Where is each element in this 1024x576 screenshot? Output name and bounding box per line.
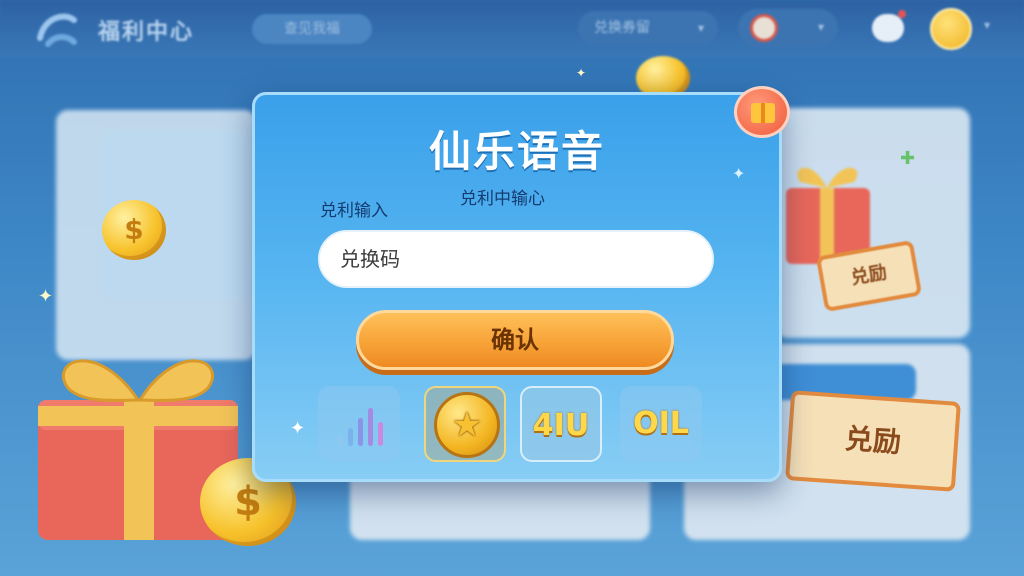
signal-bars-icon <box>338 402 386 446</box>
star-coin-tile[interactable]: ★ <box>424 386 506 462</box>
chevron-down-icon: ▾ <box>817 20 824 34</box>
gold-coin-icon: $ <box>102 200 166 260</box>
dialog-title: 仙乐语音 <box>428 127 605 176</box>
exchange-dropdown-label: 兑换券留 <box>594 20 650 36</box>
badge-tile-oil[interactable]: OIL <box>620 386 702 462</box>
confirm-button[interactable]: 确认 <box>356 310 674 370</box>
badge-text: 4IU <box>532 408 590 443</box>
reward-ticket: 兑励 <box>785 390 961 492</box>
badge-text: OIL <box>633 406 689 441</box>
brand-logo-icon[interactable] <box>34 8 80 50</box>
top-bar: 福利中心 查见我福 兑换券留 ▾ ▾ ▾ <box>0 0 1024 58</box>
sparkle-icon: ✚ <box>900 148 916 169</box>
sparkle-icon: ✦ <box>732 164 746 183</box>
redeem-code-input[interactable] <box>318 230 714 288</box>
app-title: 福利中心 <box>98 20 195 45</box>
signal-bars-tile[interactable] <box>318 386 400 462</box>
chat-bubble-icon[interactable] <box>872 10 906 42</box>
field-label: 兑利输入 <box>320 201 388 221</box>
alarm-dropdown[interactable]: ▾ <box>738 9 838 47</box>
badge-tile-4iu[interactable]: 4IU <box>520 386 602 462</box>
sparkle-icon: ✦ <box>290 418 306 439</box>
dialog-subtitle: 兑利中输心 <box>460 189 545 209</box>
star-coin-icon: ★ <box>434 392 500 458</box>
sparkle-icon: ✦ <box>576 66 587 80</box>
alarm-clock-icon <box>750 14 778 42</box>
sparkle-icon: ✦ <box>38 286 54 307</box>
exchange-dropdown[interactable]: 兑换券留 ▾ <box>578 11 718 45</box>
chevron-down-icon: ▾ <box>697 21 704 35</box>
search-pill[interactable]: 查见我福 <box>252 14 372 44</box>
user-avatar-icon[interactable] <box>930 8 972 50</box>
chevron-down-icon[interactable]: ▾ <box>984 18 990 32</box>
